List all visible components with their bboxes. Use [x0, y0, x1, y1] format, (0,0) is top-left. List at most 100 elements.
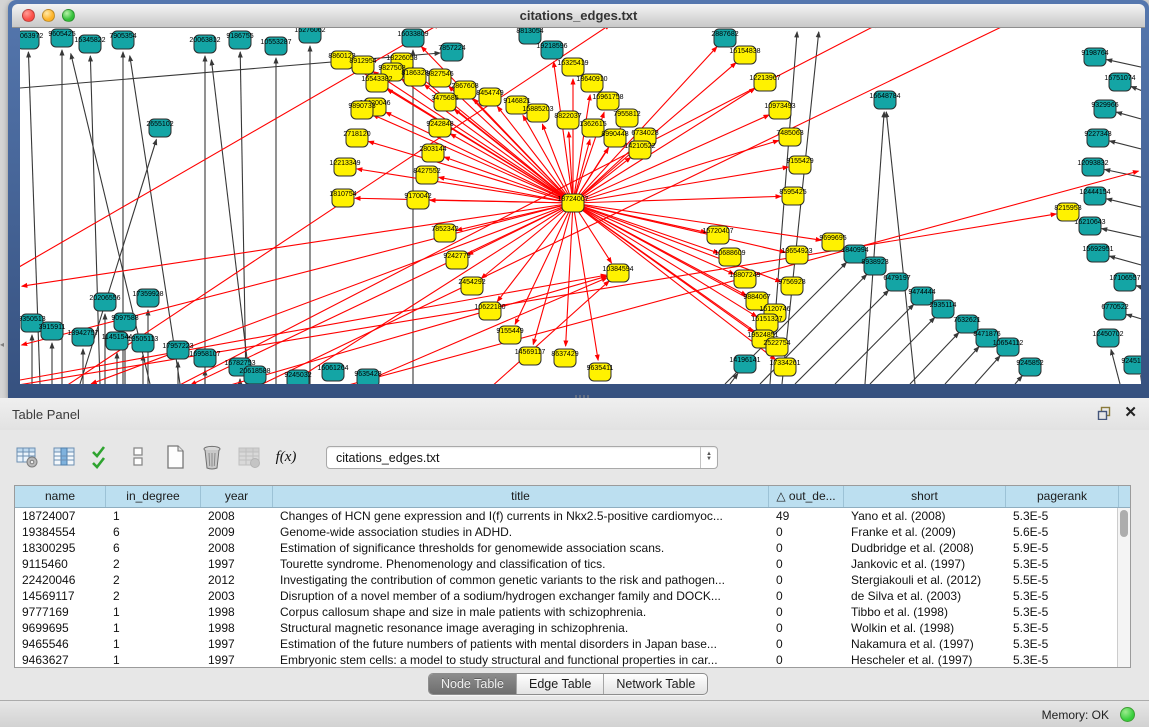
graph-node[interactable]: 13654923: [781, 246, 812, 264]
graph-node[interactable]: 9245852: [1016, 358, 1043, 376]
graph-node[interactable]: 9155429: [786, 156, 813, 174]
float-panel-icon[interactable]: [1097, 406, 1112, 420]
graph-node[interactable]: 17106557: [1109, 273, 1140, 291]
graph-node[interactable]: 6770522: [1101, 302, 1128, 320]
graph-node[interactable]: 8427552: [413, 166, 440, 184]
graph-node[interactable]: 2887682: [711, 29, 738, 47]
table-row[interactable]: 1938455462009Genome-wide association stu…: [15, 524, 1117, 540]
graph-node[interactable]: 7905354: [109, 31, 136, 49]
function-builder-icon[interactable]: f(x): [273, 444, 299, 470]
graph-node[interactable]: 10622180: [474, 302, 505, 320]
memory-ok-indicator-icon[interactable]: [1120, 707, 1135, 722]
graph-node[interactable]: 20063812: [189, 35, 220, 53]
graph-node[interactable]: 10553287: [260, 37, 291, 55]
graph-node[interactable]: 14210522: [624, 141, 655, 159]
graph-node[interactable]: 7852342: [431, 224, 458, 242]
graph-node[interactable]: 2454292: [458, 277, 485, 295]
graph-node[interactable]: 9245032: [284, 370, 311, 384]
graph-node[interactable]: 9245103: [1121, 356, 1141, 374]
graph-node[interactable]: 19218596: [536, 41, 567, 59]
table-row[interactable]: 977716911998Corpus callosum shape and si…: [15, 604, 1117, 620]
graph-node[interactable]: 8938923: [861, 257, 888, 275]
graph-node[interactable]: 2522754: [763, 338, 790, 356]
graph-node[interactable]: 13942757: [67, 328, 98, 346]
delete-table-icon[interactable]: [199, 444, 225, 470]
graph-node[interactable]: 20206556: [89, 293, 120, 311]
table-row[interactable]: 2242004622012Investigating the contribut…: [15, 572, 1117, 588]
window-titlebar[interactable]: citations_edges.txt: [12, 4, 1145, 28]
tab-network-table[interactable]: Network Table: [604, 674, 707, 694]
graph-node[interactable]: 15720407: [702, 226, 733, 244]
graph-node[interactable]: 7955812: [613, 109, 640, 127]
graph-node[interactable]: 9635428: [354, 369, 381, 384]
graph-node[interactable]: 9890733: [348, 101, 375, 119]
graph-node[interactable]: 15345822: [74, 35, 105, 53]
graph-node[interactable]: 15885203: [522, 104, 553, 122]
graph-node[interactable]: 18807249: [729, 270, 760, 288]
graph-node[interactable]: 16154838: [729, 46, 760, 64]
graph-node[interactable]: 9827546: [426, 69, 453, 87]
graph-node[interactable]: 2935114: [930, 300, 957, 318]
graph-node[interactable]: 9635411: [587, 363, 614, 381]
graph-node[interactable]: 14569117: [515, 347, 546, 365]
column-header-pagerank[interactable]: pagerank: [1006, 486, 1119, 507]
scrollbar-thumb[interactable]: [1120, 510, 1128, 537]
column-header-out_de[interactable]: △ out_de...: [769, 486, 844, 507]
column-header-short[interactable]: short: [844, 486, 1006, 507]
graph-node[interactable]: 8215953: [1054, 203, 1081, 221]
graph-node[interactable]: 12093832: [1077, 158, 1108, 176]
table-vertical-scrollbar[interactable]: [1117, 508, 1130, 667]
collapse-left-panel-arrow[interactable]: ◂: [0, 340, 4, 349]
graph-node[interactable]: 18640910: [576, 74, 607, 92]
table-row[interactable]: 946554611997Estimation of the future num…: [15, 636, 1117, 652]
graph-node[interactable]: 9097588: [111, 313, 138, 331]
graph-node[interactable]: 7857224: [438, 43, 465, 61]
table-row[interactable]: 946362711997Embryonic stem cells: a mode…: [15, 652, 1117, 667]
new-table-icon[interactable]: [162, 444, 188, 470]
graph-node[interactable]: 16648784: [869, 91, 900, 109]
graph-node[interactable]: 16151327: [751, 314, 782, 332]
graph-node[interactable]: 9170042: [404, 191, 431, 209]
graph-node[interactable]: 13505113: [128, 334, 159, 352]
graph-node[interactable]: 8454749: [476, 88, 503, 106]
graph-node[interactable]: 18724007: [557, 194, 588, 212]
graph-node[interactable]: 8595425: [779, 187, 806, 205]
graph-node[interactable]: 10973493: [764, 101, 795, 119]
graph-node[interactable]: 16033809: [397, 29, 428, 47]
graph-node[interactable]: 8822037: [554, 111, 581, 129]
column-header-in_degree[interactable]: in_degree: [106, 486, 201, 507]
tab-node-table[interactable]: Node Table: [429, 674, 517, 694]
graph-node[interactable]: 9699695: [819, 233, 846, 251]
graph-node[interactable]: 16325419: [557, 58, 588, 76]
graph-node[interactable]: 16961758: [592, 92, 623, 110]
graph-node[interactable]: 10688609: [714, 248, 745, 266]
graph-node[interactable]: 9227343: [1084, 129, 1111, 147]
graph-node[interactable]: 2655102: [146, 119, 173, 137]
graph-node[interactable]: 16543382: [361, 74, 392, 92]
graph-node[interactable]: 14196141: [729, 355, 760, 373]
column-header-year[interactable]: year: [201, 486, 273, 507]
graph-node[interactable]: 20618588: [239, 366, 270, 384]
table-settings-icon[interactable]: [14, 444, 40, 470]
graph-node[interactable]: 8186328: [401, 68, 428, 86]
graph-node[interactable]: 15692951: [1082, 244, 1113, 262]
graph-node[interactable]: 8813054: [516, 28, 543, 44]
column-header-title[interactable]: title: [273, 486, 769, 507]
table-row[interactable]: 969969511998Structural magnetic resonanc…: [15, 620, 1117, 636]
graph-node[interactable]: 12444154: [1079, 187, 1110, 205]
graph-node[interactable]: 12213349: [329, 158, 360, 176]
graph-node[interactable]: 3915911: [39, 322, 66, 340]
graph-node[interactable]: 9155449: [496, 326, 523, 344]
graph-node[interactable]: 8637429: [551, 349, 578, 367]
graph-node[interactable]: 2803144: [419, 144, 446, 162]
graph-node[interactable]: 9242779: [443, 251, 470, 269]
graph-node[interactable]: 9329966: [1091, 100, 1118, 118]
graph-node[interactable]: 10654112: [993, 338, 1024, 356]
row-height-icon[interactable]: [125, 444, 151, 470]
graph-node[interactable]: 9186755: [226, 31, 253, 49]
graph-node[interactable]: 10384594: [602, 264, 633, 282]
column-visibility-icon[interactable]: [51, 444, 77, 470]
close-panel-icon[interactable]: ✕: [1124, 405, 1137, 421]
graph-node[interactable]: 1810754: [329, 189, 356, 207]
table-row[interactable]: 911546021997Tourette syndrome. Phenomeno…: [15, 556, 1117, 572]
